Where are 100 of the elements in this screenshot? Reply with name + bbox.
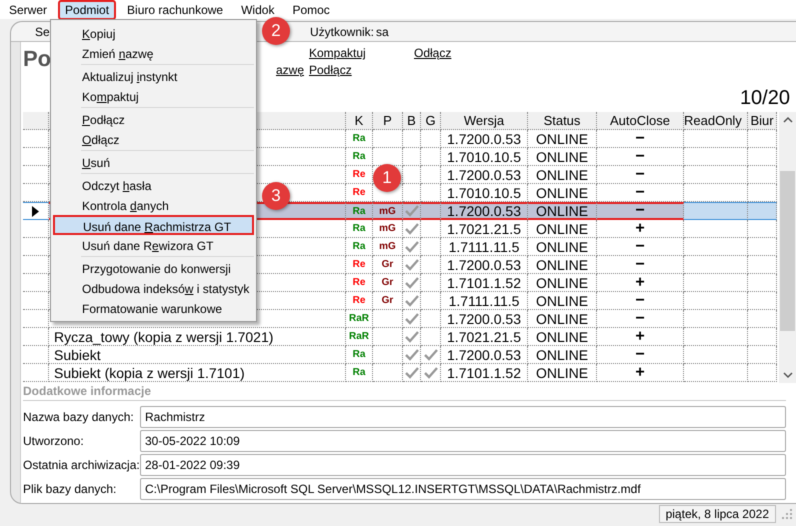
table-cell: −: [597, 202, 684, 220]
menu-item[interactable]: Usuń dane Rewizora GT: [53, 235, 254, 255]
menu-item[interactable]: Odbudowa indeksów i statystyk: [53, 278, 254, 298]
table-cell: 1.7111.11.5: [441, 238, 528, 256]
menu-item[interactable]: Zmień nazwę: [53, 43, 254, 63]
module-code: Re: [352, 277, 366, 288]
header-cell[interactable]: P: [373, 112, 403, 130]
table-cell: [684, 364, 748, 382]
module-code: Ra: [352, 349, 366, 360]
resize-grip-icon[interactable]: [782, 509, 792, 519]
table-cell: ONLINE: [528, 130, 597, 148]
module-code: Gr: [382, 295, 394, 306]
table-cell: [748, 310, 777, 328]
table-cell: 1.7101.1.52: [441, 274, 528, 292]
scroll-down-icon[interactable]: [782, 372, 792, 379]
menu-item[interactable]: Przygotowanie do konwersji: [53, 258, 254, 278]
text-field[interactable]: 28-01-2022 09:39: [140, 454, 786, 476]
menu-item[interactable]: Kompaktuj: [53, 86, 254, 106]
table-cell: +: [597, 328, 684, 346]
menu-bar-item[interactable]: Biuro rachunkowe: [120, 0, 230, 20]
table-cell: 1.7200.0.53: [441, 346, 528, 364]
table-cell: ONLINE: [528, 166, 597, 184]
menu-bar-item[interactable]: Widok: [234, 0, 282, 20]
menu-bar-item[interactable]: Serwer: [2, 0, 54, 20]
header-cell[interactable]: ReadOnly: [684, 112, 748, 130]
header-cell[interactable]: K: [346, 112, 373, 130]
check-icon: [404, 312, 418, 324]
table-cell: [748, 130, 777, 148]
table-cell: [684, 202, 748, 220]
field-label: Utworzono:: [23, 434, 85, 448]
table-cell: [748, 220, 777, 238]
header-cell[interactable]: Biur: [748, 112, 777, 130]
table-cell: +: [597, 364, 684, 382]
table-cell: ONLINE: [528, 364, 597, 382]
table-cell: 1.7200.0.53: [441, 310, 528, 328]
menu-item[interactable]: Podłącz: [53, 109, 254, 129]
text-field[interactable]: 30-05-2022 10:09: [140, 430, 786, 452]
header-cell[interactable]: Wersja: [441, 112, 528, 130]
module-code: Re: [352, 295, 366, 306]
table-cell: [748, 202, 777, 220]
check-icon: [404, 240, 418, 252]
menu-item[interactable]: Kontrola danych: [53, 195, 254, 215]
menu-bar-item[interactable]: Podmiot: [58, 0, 116, 20]
field-label: Plik bazy danych:: [23, 482, 118, 496]
module-code: Gr: [382, 259, 394, 270]
check-icon: [404, 205, 418, 217]
table-cell: Subiekt (kopia z wersji 1.7101): [49, 364, 346, 382]
table-cell: [748, 274, 777, 292]
table-cell: +: [597, 220, 684, 238]
text-field[interactable]: Rachmistrz: [140, 406, 786, 428]
header-cell[interactable]: Status: [528, 112, 597, 130]
table-cell: [684, 238, 748, 256]
header-cell[interactable]: AutoClose: [597, 112, 684, 130]
menu-item[interactable]: Odłącz: [53, 129, 254, 149]
menu-item[interactable]: Usuń: [53, 152, 254, 172]
table-cell: −: [597, 346, 684, 364]
module-code: Gr: [382, 277, 394, 288]
table-cell: ONLINE: [528, 310, 597, 328]
menu-item[interactable]: Formatowanie warunkowe: [53, 298, 254, 318]
table-cell: Rycza_towy (kopia z wersji 1.7021): [49, 328, 346, 346]
table-cell: −: [597, 148, 684, 166]
menu-item[interactable]: Kopiuj: [53, 23, 254, 43]
user-label: Użytkownik:: [310, 24, 376, 38]
check-icon: [424, 348, 438, 360]
action-link[interactable]: Podłącz: [309, 62, 414, 79]
action-link[interactable]: Kompaktuj: [309, 45, 414, 62]
table-cell: [684, 274, 748, 292]
menu-item[interactable]: Odczyt hasła: [53, 175, 254, 195]
table-cell: ONLINE: [528, 328, 597, 346]
table-cell: [684, 220, 748, 238]
table-cell: ONLINE: [528, 238, 597, 256]
menu-bar-item[interactable]: Pomoc: [285, 0, 337, 20]
scrollbar[interactable]: [779, 112, 796, 383]
table-cell: 1.7200.0.53: [441, 202, 528, 220]
scroll-thumb[interactable]: [780, 171, 795, 331]
header-cell[interactable]: G: [421, 112, 441, 130]
table-cell: [748, 364, 777, 382]
menu-item[interactable]: Aktualizuj instynkt: [53, 66, 254, 86]
action-link[interactable]: azwę: [276, 62, 304, 79]
table-cell: 1.7010.10.5: [441, 148, 528, 166]
check-icon: [404, 276, 418, 288]
text-field[interactable]: C:\Program Files\Microsoft SQL Server\MSSQL12.INSERTGT\MSSQL\DATA\Rachmistrz.mdf: [140, 478, 786, 500]
module-code: Re: [352, 259, 366, 270]
status-date: piątek, 8 lipca 2022: [658, 505, 776, 523]
header-cell[interactable]: B: [403, 112, 421, 130]
table-cell: ONLINE: [528, 256, 597, 274]
scroll-up-icon[interactable]: [782, 116, 792, 123]
table-cell: 1.7021.21.5: [441, 220, 528, 238]
check-icon: [404, 348, 418, 360]
table-cell: 1.7200.0.53: [441, 130, 528, 148]
module-code: Ra: [352, 223, 366, 234]
check-icon: [404, 366, 418, 378]
table-cell: −: [597, 166, 684, 184]
table-cell: [748, 238, 777, 256]
table-cell: [684, 148, 748, 166]
check-icon: [404, 294, 418, 306]
menu-item[interactable]: Usuń dane Rachmistrza GT: [53, 215, 254, 235]
module-code: Re: [352, 169, 366, 180]
page-title: Po: [22, 45, 52, 72]
action-link[interactable]: Odłącz: [414, 45, 514, 62]
